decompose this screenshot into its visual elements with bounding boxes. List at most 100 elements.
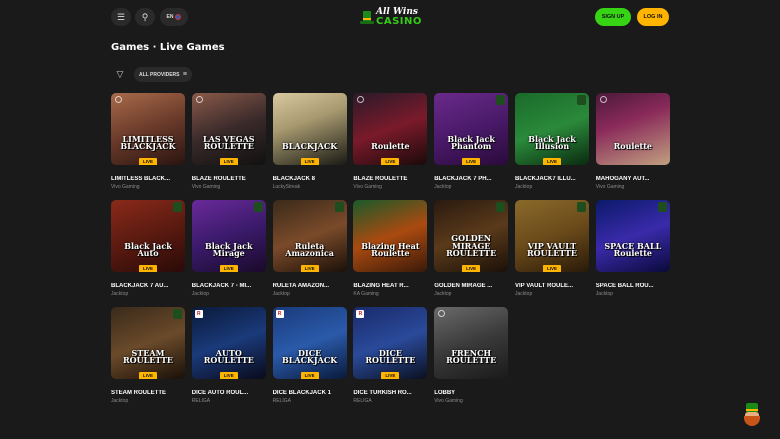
game-name: LOBBY (434, 390, 456, 396)
game-thumbnail[interactable]: AUTO ROULETTE R LIVE (191, 307, 266, 379)
provider-logo-icon (195, 96, 203, 103)
game-thumbnail[interactable]: GOLDEN MIRAGE ROULETTE LIVE (434, 200, 509, 272)
game-art-title: Roulette (371, 141, 410, 152)
game-provider: RELIGA (191, 398, 211, 404)
provider-badge-icon (577, 202, 586, 212)
game-thumbnail[interactable]: Roulette LIVE (353, 93, 428, 165)
game-card[interactable]: LAS VEGAS ROULETTE LIVE BLAZE ROULETTE Vivo… (191, 93, 266, 190)
game-card[interactable]: Black Jack Phantom LIVE BLACKJACK 7 PH... J… (434, 93, 509, 190)
game-thumbnail[interactable]: Roulette (595, 93, 670, 165)
game-art-title: AUTO ROULETTE (203, 347, 254, 366)
game-card[interactable]: DICE ROULETTE R LIVE DICE TURKISH RO... RELI… (353, 307, 428, 404)
game-thumbnail[interactable]: Black Jack Mirage LIVE (191, 200, 266, 272)
leprechaun-mascot-icon[interactable] (741, 403, 763, 427)
game-card[interactable]: STEAM ROULETTE LIVE STEAM ROULETTE Jacktop (111, 307, 185, 404)
page-title: Games · Live Games (111, 42, 225, 53)
game-thumbnail[interactable]: Black Jack Illusion LIVE (515, 93, 589, 165)
game-card[interactable]: Roulette MAHOGANY AUT... Vivo Gaming (595, 93, 670, 190)
game-name: BLACKJACK 7 PH... (434, 176, 492, 182)
game-provider: Jacktop (515, 184, 533, 190)
game-card[interactable]: Black Jack Auto LIVE BLACKJACK 7 AU... Jack… (111, 200, 185, 297)
game-provider: LuckyStreak (272, 184, 301, 190)
game-card[interactable]: DICE BLACKJACK R LIVE DICE BLACKJACK 1 RELIG… (272, 307, 347, 404)
game-card[interactable]: Ruleta Amazonica LIVE RULETA AMAZON... Jack… (272, 200, 347, 297)
game-name: MAHOGANY AUT... (595, 176, 650, 182)
top-bar: ☰ ⚲ EN All Wins CASINO SIGN UP LOG IN (0, 0, 780, 34)
game-name: STEAM ROULETTE (111, 390, 166, 396)
live-badge: LIVE (219, 372, 238, 379)
game-card[interactable]: LIMITLESS BLACKJACK LIVE LIMITLESS BLACK..… (111, 93, 185, 190)
game-thumbnail[interactable]: DICE BLACKJACK R LIVE (272, 307, 347, 379)
game-thumbnail[interactable]: LIMITLESS BLACKJACK LIVE (111, 93, 185, 165)
filter-icon[interactable]: ▽ (113, 67, 127, 81)
game-card[interactable]: BLACKJACK LIVE BLACKJACK 8 LuckyStreak (272, 93, 347, 190)
game-name: VIP VAULT ROULE... (515, 283, 574, 289)
game-provider: RELIGA (353, 398, 372, 404)
game-provider: Jacktop (111, 398, 129, 404)
game-card[interactable]: SPACE BALL Roulette SPACE BALL ROU... Jack… (595, 200, 670, 297)
game-provider: Jacktop (191, 291, 210, 297)
game-thumbnail[interactable]: Black Jack Auto LIVE (111, 200, 185, 272)
language-code: EN (166, 14, 174, 20)
game-name: SPACE BALL ROU... (595, 283, 654, 289)
game-thumbnail[interactable]: Blazing Heat Roulette (353, 200, 428, 272)
game-card[interactable]: Blazing Heat Roulette BLAZING HEAT R... KA… (353, 200, 428, 297)
provider-badge-icon (253, 202, 263, 212)
game-card[interactable]: Black Jack Illusion LIVE BLACKJACK7 ILLU..… (515, 93, 589, 190)
casino-logo[interactable]: All Wins CASINO (360, 5, 422, 29)
game-card[interactable]: GOLDEN MIRAGE ROULETTE LIVE GOLDEN MIRAGE … (434, 200, 509, 297)
game-art-title: GOLDEN MIRAGE ROULETTE (446, 233, 497, 259)
live-badge: LIVE (381, 158, 400, 165)
game-art-title: Ruleta Amazonica (285, 240, 334, 259)
game-thumbnail[interactable]: LAS VEGAS ROULETTE LIVE (191, 93, 266, 165)
game-thumbnail[interactable]: Ruleta Amazonica LIVE (272, 200, 347, 272)
language-selector[interactable]: EN (160, 8, 188, 26)
game-card[interactable]: Black Jack Mirage LIVE BLACKJACK 7 - MI...… (191, 200, 266, 297)
game-art-title: VIP VAULT ROULETTE (526, 240, 578, 259)
leprechaun-hat-icon (360, 8, 374, 26)
search-icon[interactable]: ⚲ (135, 8, 155, 26)
hamburger-menu-icon[interactable]: ☰ (111, 8, 131, 26)
game-card[interactable]: VIP VAULT ROULETTE LIVE VIP VAULT ROULE...… (515, 200, 589, 297)
provider-badge-icon (173, 309, 182, 319)
live-badge: LIVE (300, 265, 319, 272)
game-provider: Vivo Gaming (191, 184, 221, 190)
game-thumbnail[interactable]: STEAM ROULETTE LIVE (111, 307, 185, 379)
game-thumbnail[interactable]: Black Jack Phantom LIVE (434, 93, 509, 165)
game-art-title: STEAM ROULETTE (122, 347, 174, 366)
live-badge: LIVE (139, 372, 157, 379)
live-badge: LIVE (139, 265, 157, 272)
game-provider: RELIGA (272, 398, 291, 404)
sign-up-button[interactable]: SIGN UP (595, 8, 631, 26)
game-card[interactable]: AUTO ROULETTE R LIVE DICE AUTO ROUL... RELIG… (191, 307, 266, 404)
game-art-title: Black Jack Auto (124, 240, 172, 259)
game-provider: Jacktop (434, 184, 452, 190)
game-thumbnail[interactable]: DICE ROULETTE R LIVE (353, 307, 428, 379)
provider-logo-icon (438, 310, 446, 317)
live-badge: LIVE (462, 265, 481, 272)
game-provider: Jacktop (111, 291, 129, 297)
game-name: BLACKJACK 7 AU... (111, 283, 169, 289)
game-art-title: Black Jack Phantom (447, 133, 495, 152)
game-provider: Jacktop (272, 291, 290, 297)
game-art-title: LIMITLESS BLACKJACK (120, 133, 176, 152)
game-thumbnail[interactable]: SPACE BALL Roulette (595, 200, 670, 272)
live-badge: LIVE (462, 158, 481, 165)
game-art-title: DICE ROULETTE (365, 347, 416, 366)
game-art-title: SPACE BALL Roulette (604, 240, 662, 259)
provider-badge-icon (577, 95, 586, 105)
live-badge: LIVE (139, 158, 157, 165)
game-card[interactable]: FRENCH ROULETTE LOBBY Vivo Gaming (434, 307, 509, 404)
game-name: DICE TURKISH RO... (353, 390, 412, 396)
game-art-title: DICE BLACKJACK (281, 347, 338, 366)
all-providers-button[interactable]: ALL PROVIDERS ≡ (134, 67, 192, 82)
game-card[interactable]: Roulette LIVE BLAZE ROULETTE Vivo Gaming (353, 93, 428, 190)
game-provider: KA Gaming (353, 291, 379, 297)
game-thumbnail[interactable]: VIP VAULT ROULETTE LIVE (515, 200, 589, 272)
log-in-button[interactable]: LOG IN (637, 8, 669, 26)
game-provider: Vivo Gaming (353, 184, 382, 190)
sliders-icon: ≡ (182, 71, 187, 78)
game-thumbnail[interactable]: FRENCH ROULETTE (434, 307, 509, 379)
live-badge: LIVE (543, 158, 561, 165)
game-thumbnail[interactable]: BLACKJACK LIVE (272, 93, 347, 165)
